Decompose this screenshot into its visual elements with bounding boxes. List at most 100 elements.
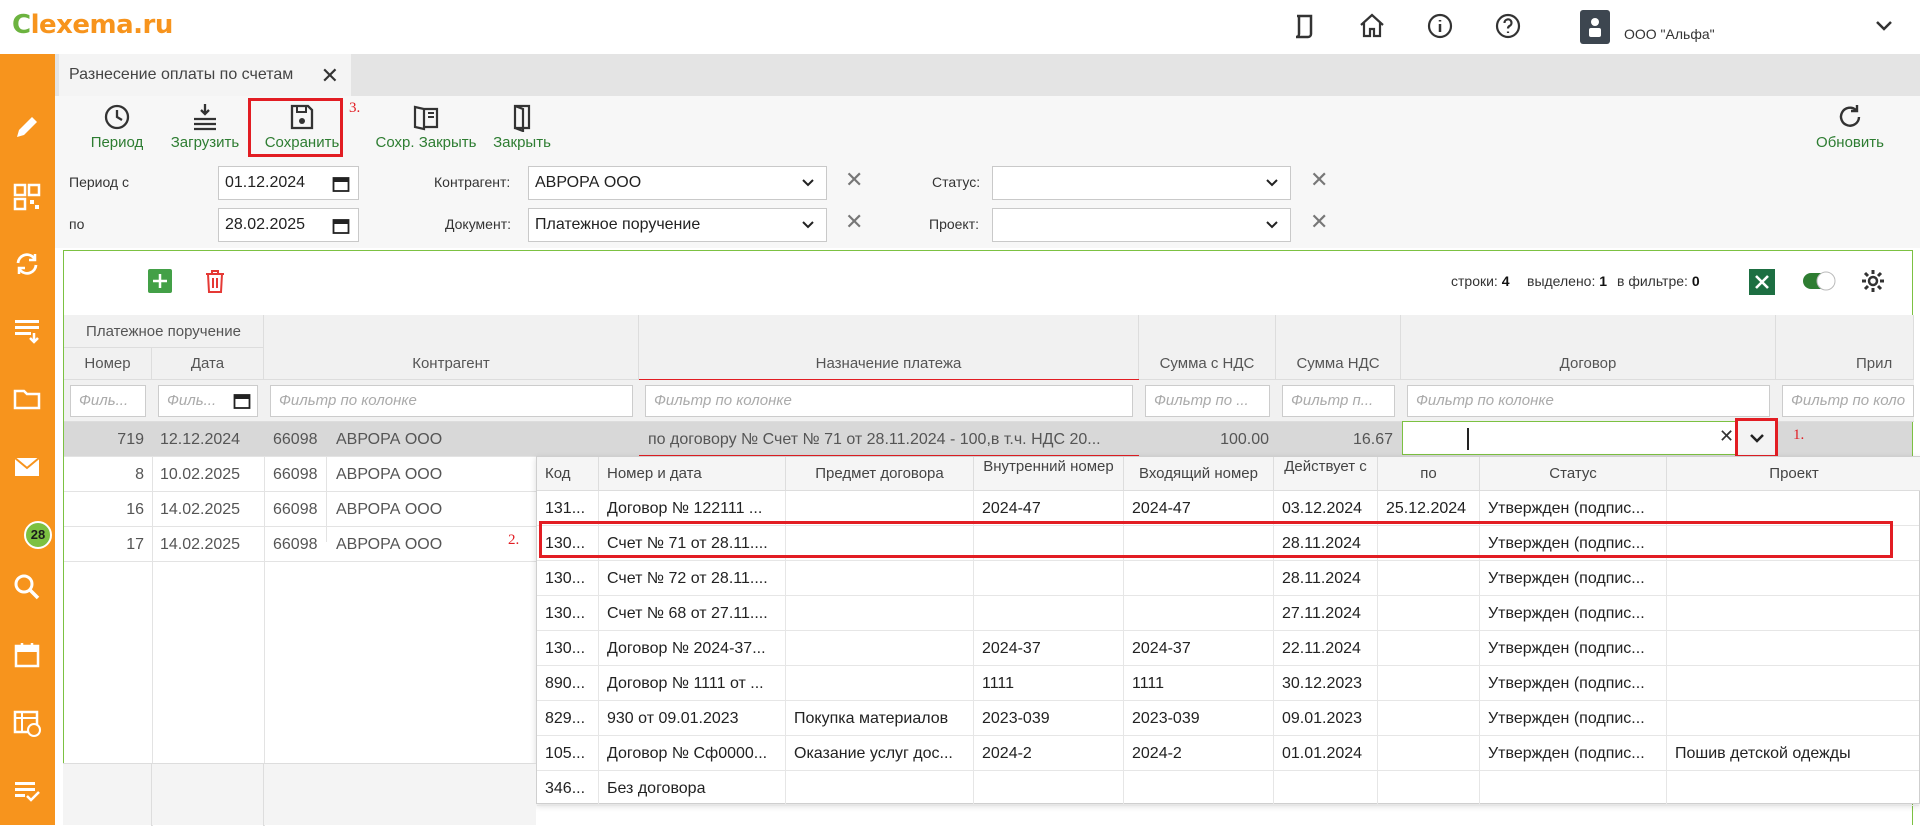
gear-icon[interactable] <box>1860 268 1886 294</box>
qr-code-icon[interactable] <box>12 182 42 212</box>
contract-filter-input[interactable]: Фильтр по колонке <box>1407 385 1770 417</box>
calendar-icon[interactable] <box>233 392 251 410</box>
home-icon[interactable] <box>1358 12 1386 40</box>
mail-count-badge: 28 <box>24 521 52 549</box>
col-number[interactable]: Номер <box>64 348 152 380</box>
note-filter-input[interactable]: Фильтр по коло <box>1782 385 1914 417</box>
project-select[interactable] <box>992 208 1291 242</box>
col-note[interactable]: Прил <box>1776 315 1914 380</box>
save-close-button[interactable]: Сохр. Закрыть <box>358 102 494 151</box>
period-from-input[interactable]: 01.12.2024 <box>218 166 359 200</box>
row-count: строки: 4 <box>1451 273 1510 289</box>
dropdown-option[interactable]: 890... Договор № 1111 от ... 1111 1111 30.12… <box>537 666 1919 701</box>
help-icon[interactable] <box>1494 12 1522 40</box>
dd-cell-internal: 2023-039 <box>974 701 1124 736</box>
vat-filter-input[interactable]: Фильтр п... <box>1282 385 1395 417</box>
document-select[interactable]: Платежное поручение <box>528 208 827 242</box>
dd-cell-valid-to <box>1378 631 1480 666</box>
sum-vat-filter-input[interactable]: Фильтр по ... <box>1145 385 1270 417</box>
period-button[interactable]: Период <box>87 102 147 151</box>
dd-cell-project <box>1667 701 1920 736</box>
dd-cell-status: Утвержден (подпис... <box>1480 736 1667 771</box>
col-vat[interactable]: Сумма НДС <box>1276 315 1401 380</box>
annotation-1: 1. <box>1793 427 1805 443</box>
col-sum-vat[interactable]: Сумма с НДС <box>1139 315 1276 380</box>
dropdown-option[interactable]: 105... Договор № Сф0000... Оказание услуг … <box>537 736 1919 771</box>
calendar-icon[interactable] <box>12 640 42 670</box>
contractor-filter-input[interactable]: Фильтр по колонке <box>270 385 633 417</box>
grid-line <box>263 764 264 826</box>
calendar-icon[interactable] <box>332 217 350 235</box>
excel-export-icon[interactable] <box>1749 269 1775 295</box>
contractor-label: Контрагент: <box>434 174 511 190</box>
dd-col-valid-to: по <box>1378 457 1480 491</box>
status-select[interactable] <box>992 166 1291 200</box>
pencil-icon[interactable] <box>12 112 42 142</box>
dd-cell-valid-to <box>1378 771 1480 806</box>
contract-clear-icon[interactable]: ✕ <box>1719 426 1734 447</box>
dd-cell-internal <box>974 596 1124 631</box>
contract-dropdown-list: Код Номер и дата Предмет договора Внутре… <box>536 456 1920 806</box>
logo[interactable]: Clexema.ru <box>12 10 173 40</box>
dd-cell-status: Утвержден (подпис... <box>1480 596 1667 631</box>
project-clear-icon[interactable]: ✕ <box>1310 209 1328 235</box>
contractor-clear-icon[interactable]: ✕ <box>845 167 863 193</box>
top-bar: Clexema.ru ООО "Альфа" <box>0 0 1920 54</box>
dd-cell-project <box>1667 596 1920 631</box>
dd-cell-subject <box>786 596 974 631</box>
load-button[interactable]: Загрузить <box>164 102 246 151</box>
calendar-icon[interactable] <box>332 175 350 193</box>
dd-cell-number-date: Договор № Сф0000... <box>599 736 786 771</box>
close-button[interactable]: Закрыть <box>482 102 562 151</box>
add-row-button[interactable] <box>148 269 172 293</box>
col-contract[interactable]: Договор <box>1401 315 1776 380</box>
dropdown-option[interactable]: 130... Счет № 72 от 28.11.... 28.11.2024 Ут… <box>537 561 1919 596</box>
refresh-button[interactable]: Обновить <box>1810 102 1890 151</box>
dropdown-option[interactable]: 829... 930 от 09.01.2023 Покупка материало… <box>537 701 1919 736</box>
dd-cell-status: Утвержден (подпис... <box>1480 666 1667 701</box>
dd-cell-number-date: 930 от 09.01.2023 <box>599 701 786 736</box>
table-clock-icon[interactable] <box>12 708 42 738</box>
dd-cell-subject <box>786 561 974 596</box>
dropdown-option[interactable]: 130... Счет № 68 от 27.11.... 27.11.2024 Ут… <box>537 596 1919 631</box>
dd-cell-status <box>1480 771 1667 806</box>
book-open-icon <box>413 105 439 131</box>
dd-cell-code: 890... <box>537 666 599 701</box>
date-filter-input[interactable]: Филь... <box>158 385 258 417</box>
dd-col-number-date: Номер и дата <box>599 457 786 491</box>
mail-icon[interactable] <box>12 452 42 482</box>
info-icon[interactable] <box>1426 12 1454 40</box>
contract-input[interactable]: ✕ <box>1402 421 1776 455</box>
dropdown-option[interactable]: 346... Без договора <box>537 771 1919 806</box>
dd-cell-valid-from: 01.01.2024 <box>1274 736 1378 771</box>
dd-cell-incoming: 2023-039 <box>1124 701 1274 736</box>
col-contractor[interactable]: Контрагент <box>264 315 639 380</box>
dd-cell-status: Утвержден (подпис... <box>1480 701 1667 736</box>
close-tab-icon[interactable]: ✕ <box>321 63 339 89</box>
chevron-down-icon <box>800 209 816 252</box>
dd-cell-valid-from: 30.12.2023 <box>1274 666 1378 701</box>
period-to-input[interactable]: 28.02.2025 <box>218 208 359 242</box>
chevron-down-icon[interactable] <box>1872 14 1896 38</box>
trash-icon[interactable] <box>204 269 226 293</box>
search-icon[interactable] <box>12 572 42 602</box>
checklist-icon[interactable] <box>12 776 42 806</box>
document-clear-icon[interactable]: ✕ <box>845 209 863 235</box>
company-selector[interactable]: ООО "Альфа" <box>1580 10 1715 44</box>
toggle-switch[interactable] <box>1802 270 1836 292</box>
number-filter-input[interactable]: Филь... <box>70 385 146 417</box>
sync-icon[interactable] <box>12 249 42 279</box>
dd-cell-project <box>1667 771 1920 806</box>
purpose-filter-input[interactable]: Фильтр по колонке <box>645 385 1133 417</box>
status-clear-icon[interactable]: ✕ <box>1310 167 1328 193</box>
contractor-select[interactable]: АВРОРА ООО <box>528 166 827 200</box>
dd-cell-valid-from: 22.11.2024 <box>1274 631 1378 666</box>
folder-icon[interactable] <box>12 384 42 414</box>
dropdown-option[interactable]: 130... Договор № 2024-37... 2024-37 2024-37… <box>537 631 1919 666</box>
document-icon[interactable] <box>1290 12 1318 40</box>
dd-cell-incoming: 2024-2 <box>1124 736 1274 771</box>
col-date[interactable]: Дата <box>152 348 264 380</box>
col-purpose[interactable]: Назначение платежа <box>639 315 1139 380</box>
tab-payment-allocation[interactable]: Разнесение оплаты по счетам ✕ <box>59 54 351 96</box>
list-down-icon[interactable] <box>12 316 42 346</box>
